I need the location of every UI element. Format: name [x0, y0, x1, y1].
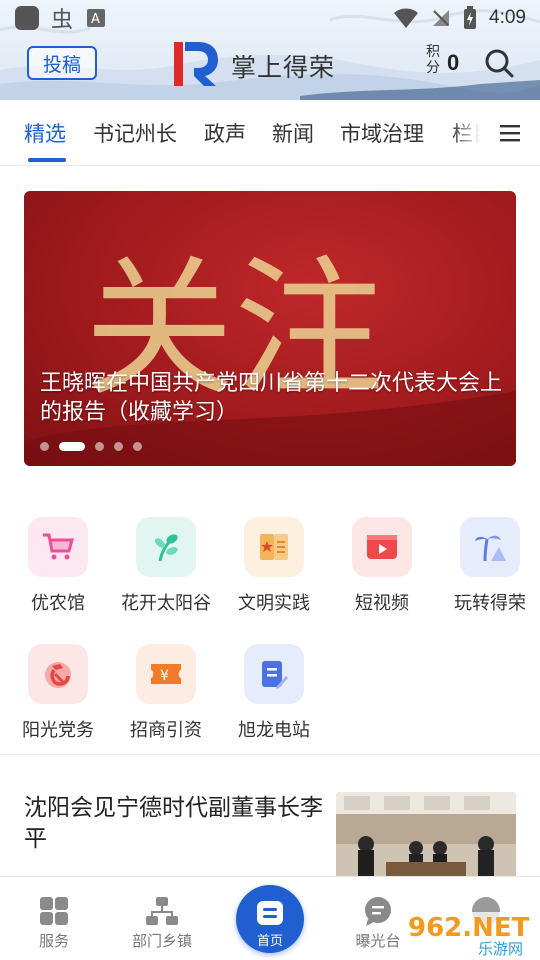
carousel-dot[interactable] [95, 441, 104, 451]
nav-services[interactable]: 服务 [0, 877, 108, 960]
org-chart-icon [146, 897, 178, 925]
book-star-icon [244, 517, 304, 577]
svg-text:虫: 虫 [51, 8, 73, 31]
battery-icon [464, 6, 477, 29]
service-label: 花开太阳谷 [121, 593, 211, 614]
service-short-video[interactable]: 短视频 [328, 517, 436, 627]
nav-home[interactable]: 首页 [236, 885, 304, 953]
service-investment[interactable]: ¥ 招商引资 [112, 644, 220, 754]
nav-label: 首页 [256, 934, 283, 949]
section-divider [0, 754, 540, 755]
a-icon: A [87, 9, 105, 27]
tab-leaders[interactable]: 书记州长 [93, 118, 177, 148]
palm-tree-icon [460, 517, 520, 577]
service-xulong-station[interactable]: 旭龙电站 [220, 644, 328, 754]
ticket-yen-icon: ¥ [136, 644, 196, 704]
status-bar: 虫 A 4:09 [0, 0, 540, 36]
tab-news[interactable]: 新闻 [272, 118, 314, 148]
service-label: 招商引资 [130, 720, 202, 741]
banner-carousel[interactable]: 关注 王晓晖在中国共产党四川省第十二次代表大会上的报告（收藏学习） [24, 191, 516, 466]
no-signal-icon [433, 10, 450, 26]
shopping-cart-icon [28, 517, 88, 577]
nav-label: 服务 [38, 932, 69, 950]
site-watermark: 962.NET 乐游网 [402, 912, 534, 958]
header: 虫 A 4:09 投稿 掌上得荣 积分 0 [0, 0, 540, 100]
article-title: 沈阳会见宁德时代副董事长李平 [24, 795, 323, 852]
watermark-subtext: 乐游网 [478, 940, 523, 958]
search-icon[interactable] [484, 48, 514, 78]
active-tab-indicator [28, 158, 66, 162]
party-emblem-icon [28, 644, 88, 704]
service-label: 优农馆 [31, 593, 85, 614]
wifi-icon [394, 8, 419, 28]
service-label: 文明实践 [238, 593, 310, 614]
tab-governance[interactable]: 市域治理 [340, 118, 424, 148]
service-label: 玩转得荣 [454, 593, 526, 614]
service-label: 短视频 [355, 593, 409, 614]
nav-label: 部门乡镇 [131, 932, 192, 950]
document-edit-icon [244, 644, 304, 704]
home-document-icon [257, 901, 283, 925]
tab-featured[interactable]: 精选 [24, 118, 66, 148]
service-civilization[interactable]: 文明实践 [220, 517, 328, 627]
tab-fade [452, 100, 504, 164]
article-thumbnail [336, 792, 516, 882]
app-logo [174, 42, 218, 86]
category-tabs: 精选 书记州长 政声 新闻 市域治理 栏目 [0, 100, 540, 166]
carousel-dots [40, 441, 142, 451]
chat-bubble-icon [365, 897, 391, 926]
carousel-dot-active[interactable] [59, 441, 85, 451]
service-party-affairs[interactable]: 阳光党务 [4, 644, 112, 754]
banner-caption: 王晓晖在中国共产党四川省第十二次代表大会上的报告（收藏学习） [40, 371, 503, 425]
service-explore-derong[interactable]: 玩转得荣 [436, 517, 540, 627]
app-icon [15, 6, 39, 30]
submit-button[interactable]: 投稿 [27, 46, 97, 80]
carousel-dot[interactable] [40, 441, 49, 451]
points-value[interactable]: 0 [447, 50, 459, 76]
app-bar: 投稿 掌上得荣 积分 0 [0, 36, 540, 100]
video-icon [352, 517, 412, 577]
carousel-dot[interactable] [114, 441, 123, 451]
tab-politics[interactable]: 政声 [204, 118, 246, 148]
svg-text:¥: ¥ [160, 668, 169, 684]
watermark-text: 962.NET [408, 913, 530, 943]
svg-text:A: A [91, 12, 100, 27]
menu-icon[interactable] [500, 124, 520, 142]
service-label: 旭龙电站 [238, 720, 310, 741]
carousel-dot[interactable] [133, 441, 142, 451]
grid-icon [40, 897, 68, 925]
points-label: 积分 [426, 44, 440, 76]
status-time: 4:09 [489, 7, 526, 28]
news-list-item[interactable]: 沈阳会见宁德时代副董事长李平 [0, 775, 540, 882]
nav-departments[interactable]: 部门乡镇 [108, 877, 216, 960]
bug-icon: 虫 [51, 8, 73, 31]
app-title: 掌上得荣 [231, 53, 336, 82]
service-label: 阳光党务 [22, 720, 94, 741]
service-sun-valley[interactable]: 花开太阳谷 [112, 517, 220, 627]
service-youngguan[interactable]: 优农馆 [4, 517, 112, 627]
leaf-icon [136, 517, 196, 577]
